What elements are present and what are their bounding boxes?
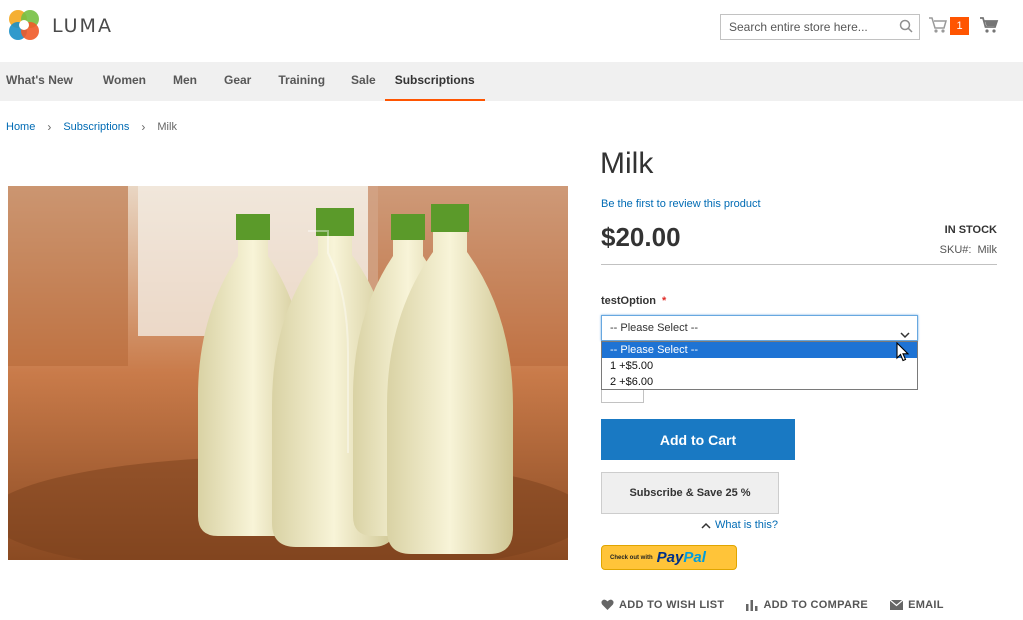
what-is-this-text: What is this? (715, 519, 778, 531)
breadcrumb-subscriptions-link[interactable]: Subscriptions (63, 121, 129, 133)
search-input[interactable] (721, 15, 891, 39)
option-label-text: testOption (601, 295, 656, 307)
search-icon[interactable] (899, 19, 913, 38)
main-navigation: What's New Women Men Gear Training Sale … (0, 62, 1023, 101)
product-sku: SKU#: Milk (940, 244, 997, 256)
dropdown-option[interactable]: 2 +$6.00 (602, 374, 917, 390)
logo-text: LUMA (52, 15, 113, 37)
divider (601, 264, 997, 265)
search-box[interactable] (720, 14, 920, 40)
luma-logo-icon (9, 10, 39, 40)
review-link[interactable]: Be the first to review this product (601, 198, 761, 210)
required-marker: * (662, 295, 667, 307)
nav-item-women[interactable]: Women (83, 62, 156, 101)
product-title: Milk (600, 147, 654, 180)
email-link[interactable]: EMAIL (890, 599, 944, 611)
compare-label: ADD TO COMPARE (763, 599, 869, 611)
sku-label: SKU#: (939, 244, 972, 256)
site-header: LUMA 1 (0, 0, 1023, 62)
what-is-this-link[interactable]: What is this? (701, 519, 778, 531)
product-price: $20.00 (601, 222, 681, 252)
nav-item-gear[interactable]: Gear (207, 62, 261, 101)
breadcrumb-current: Milk (157, 121, 177, 133)
option-label: testOption * (601, 295, 666, 307)
add-to-cart-button[interactable]: Add to Cart (601, 419, 795, 460)
bar-chart-icon (746, 600, 758, 611)
breadcrumb-separator-icon: › (47, 120, 52, 134)
paypal-logo-pay: Pay (656, 549, 684, 566)
nav-item-sale[interactable]: Sale (335, 62, 385, 101)
breadcrumb: Home › Subscriptions › Milk (6, 120, 177, 134)
chevron-up-icon (701, 522, 711, 529)
heart-icon (601, 599, 614, 610)
stock-status: IN STOCK (944, 224, 997, 236)
luma-logo[interactable]: LUMA (6, 7, 113, 43)
product-social-actions: ADD TO WISH LIST ADD TO COMPARE EMAIL (601, 599, 966, 611)
product-image[interactable] (8, 186, 568, 560)
option-dropdown-list: -- Please Select -- 1 +$5.00 2 +$6.00 (601, 341, 918, 390)
subscribe-save-button[interactable]: Subscribe & Save 25 % (601, 472, 779, 514)
nav-item-training[interactable]: Training (261, 62, 335, 101)
option-select[interactable]: -- Please Select -- (601, 315, 918, 341)
select-value: -- Please Select -- (610, 322, 699, 334)
nav-item-subscriptions[interactable]: Subscriptions (384, 62, 485, 101)
mouse-pointer-icon (896, 341, 910, 367)
email-label: EMAIL (908, 599, 944, 611)
paypal-checkout-text: Check out with (610, 554, 653, 561)
paypal-logo-pal: Pal (683, 549, 706, 566)
dropdown-option[interactable]: 1 +$5.00 (602, 358, 917, 374)
breadcrumb-home-link[interactable]: Home (6, 121, 35, 133)
compare-products-icon[interactable] (927, 14, 949, 41)
wishlist-label: ADD TO WISH LIST (619, 599, 725, 611)
cart-icon[interactable] (979, 15, 999, 40)
add-to-wishlist-link[interactable]: ADD TO WISH LIST (601, 599, 724, 611)
nav-item-men[interactable]: Men (156, 62, 207, 101)
sku-value: Milk (977, 244, 997, 256)
envelope-icon (890, 600, 904, 610)
compare-count-badge[interactable]: 1 (950, 17, 969, 35)
paypal-checkout-button[interactable]: Check out with Pay Pal (601, 545, 737, 570)
add-to-compare-link[interactable]: ADD TO COMPARE (746, 599, 868, 611)
dropdown-option[interactable]: -- Please Select -- (602, 342, 917, 358)
breadcrumb-separator-icon: › (141, 120, 146, 134)
nav-item-whats-new[interactable]: What's New (0, 62, 83, 101)
